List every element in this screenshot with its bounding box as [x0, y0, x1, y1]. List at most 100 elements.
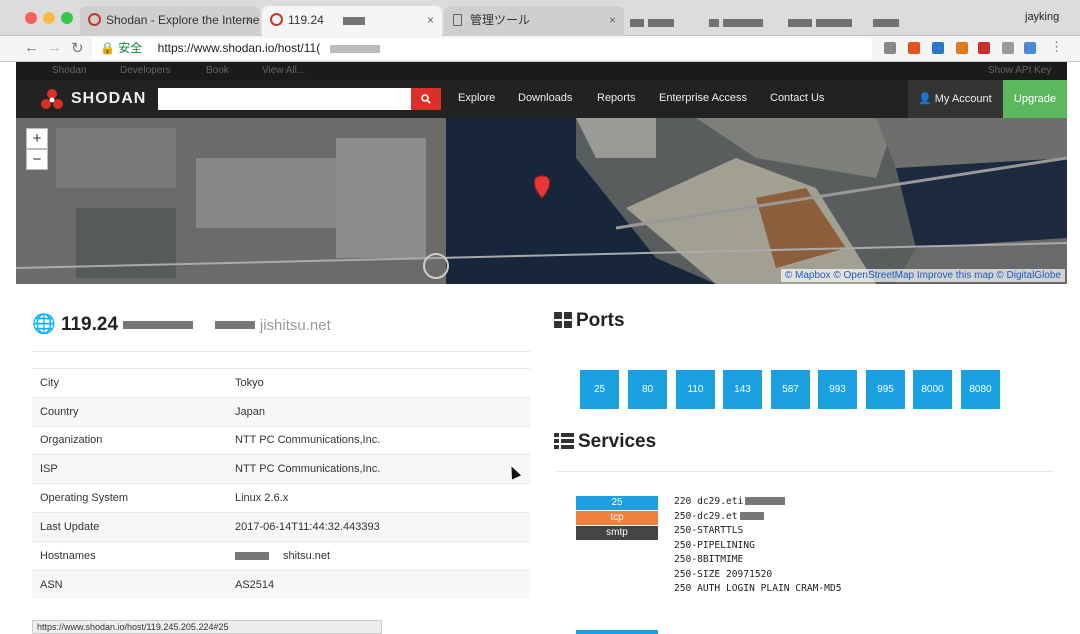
globe-icon: 🌐	[32, 314, 56, 335]
extension-icon[interactable]	[956, 42, 968, 54]
port-tile[interactable]: 143	[723, 370, 762, 409]
upgrade-button[interactable]: Upgrade	[1003, 80, 1067, 118]
service-name-badge: smtp	[576, 526, 658, 540]
my-account-button[interactable]: 👤 My Account	[908, 80, 1003, 118]
topbar-link-book[interactable]: Book	[206, 65, 229, 76]
url-text: https://www.shodan.io/host/11(	[157, 41, 321, 55]
port-tile[interactable]: 8080	[961, 370, 1000, 409]
th-large-icon	[554, 312, 572, 328]
my-account-label: My Account	[934, 93, 992, 105]
main-navbar: SHODAN Explore Downloads Reports Enterpr…	[16, 80, 1067, 118]
info-key: ISP	[32, 454, 227, 484]
info-key: Hostnames	[32, 540, 227, 571]
banner-line: 250-dc29.et	[674, 510, 842, 525]
secure-label: 安全	[118, 41, 143, 55]
top-link-strip: Shodan Developers Book View All... Show …	[16, 62, 1067, 80]
table-row: ISP NTT PC Communications,Inc.	[32, 454, 530, 484]
info-value: Tokyo	[227, 368, 530, 398]
browser-tabstrip: Shodan - Explore the Interne × 119.24 × …	[0, 0, 1080, 36]
topbar-link-shodan[interactable]: Shodan	[52, 65, 86, 76]
banner-line: 250-8BITMIME	[674, 554, 744, 565]
tab-title: 管理ツール	[470, 13, 531, 27]
host-hostname: jishitsu.net	[259, 317, 331, 334]
info-key: Country	[32, 396, 227, 427]
nav-contact-us[interactable]: Contact Us	[770, 92, 824, 104]
redacted-text	[329, 44, 380, 53]
back-arrow-icon[interactable]: ←	[24, 39, 39, 56]
status-bar-url: https://www.shodan.io/host/119.245.205.2…	[32, 620, 382, 634]
banner-line: 220 dc29.eti	[674, 495, 842, 510]
tab-shodan-explore[interactable]: Shodan - Explore the Interne ×	[80, 6, 260, 36]
redacted-text	[214, 320, 255, 329]
table-row: Operating System Linux 2.6.x	[32, 483, 530, 513]
shodan-favicon-icon	[88, 13, 101, 26]
zoom-out-button[interactable]: −	[26, 149, 48, 170]
search-icon	[421, 94, 431, 104]
nav-downloads[interactable]: Downloads	[518, 92, 572, 104]
map-attribution[interactable]: © Mapbox © OpenStreetMap Improve this ma…	[780, 269, 1065, 282]
url-bar[interactable]: 🔒 安全 https://www.shodan.io/host/11(	[92, 38, 872, 59]
reload-icon[interactable]: ↻	[71, 39, 84, 57]
port-tile[interactable]: 110	[676, 370, 715, 409]
extension-icon[interactable]	[908, 42, 920, 54]
info-key: Organization	[32, 425, 227, 455]
search-button[interactable]	[411, 88, 441, 110]
profile-name[interactable]: jayking	[1025, 11, 1059, 23]
port-tile[interactable]: 995	[866, 370, 905, 409]
close-tab-icon[interactable]: ×	[609, 6, 616, 34]
tab-host[interactable]: 119.24 ×	[262, 6, 442, 36]
info-value: Linux 2.6.x	[227, 483, 530, 513]
port-tile[interactable]: 993	[818, 370, 857, 409]
banner-line: 250-PIPELINING	[674, 539, 755, 551]
port-tile[interactable]: 80	[628, 370, 667, 409]
topbar-link-developers[interactable]: Developers	[120, 65, 171, 76]
zoom-in-button[interactable]: +	[26, 128, 48, 149]
shodan-logo-text[interactable]: SHODAN	[71, 90, 146, 108]
redacted-text	[123, 320, 194, 329]
user-icon: 👤	[918, 93, 932, 105]
host-heading: 🌐 119.24 jishitsu.net	[32, 312, 331, 336]
ports-title: Ports	[576, 310, 625, 331]
port-tile[interactable]: 587	[771, 370, 810, 409]
search-input[interactable]	[158, 88, 411, 110]
nav-explore[interactable]: Explore	[458, 92, 495, 104]
table-row: City Tokyo	[32, 368, 530, 398]
extension-icon[interactable]	[884, 42, 896, 54]
redacted-text	[343, 16, 366, 25]
close-tab-icon[interactable]: ×	[427, 6, 434, 34]
services-heading: Services	[554, 431, 656, 453]
service-banner: 220 dc29.eti 250-dc29.et 250-STARTTLS 250-P…	[674, 495, 842, 597]
maximize-window-button[interactable]	[61, 12, 73, 24]
table-row: ASN AS2514	[32, 569, 530, 599]
nav-reports[interactable]: Reports	[597, 92, 636, 104]
banner-line: 250 AUTH LOGIN PLAIN CRAM-MD5	[674, 583, 842, 594]
minimize-window-button[interactable]	[43, 12, 55, 24]
info-key: Last Update	[32, 511, 227, 542]
redacted-tabs	[630, 14, 899, 32]
port-tile[interactable]: 8000	[913, 370, 952, 409]
show-api-key-link[interactable]: Show API Key	[988, 65, 1051, 76]
forward-arrow-icon[interactable]: →	[47, 39, 62, 56]
port-tile[interactable]: 25	[580, 370, 619, 409]
nav-enterprise-access[interactable]: Enterprise Access	[659, 92, 747, 104]
close-window-button[interactable]	[25, 12, 37, 24]
info-value: NTT PC Communications,Inc.	[227, 425, 530, 455]
topbar-link-view-all[interactable]: View All...	[262, 65, 305, 76]
redacted-text	[745, 497, 786, 505]
divider	[556, 471, 1053, 472]
extension-icon[interactable]	[932, 42, 944, 54]
location-map[interactable]: + − © Mapbox © OpenStreetMap Improve thi…	[16, 118, 1067, 284]
extension-icon[interactable]	[1002, 42, 1014, 54]
hostname-link[interactable]: shitsu.net	[283, 550, 330, 562]
shodan-logo-icon	[41, 89, 63, 109]
chrome-menu-icon[interactable]: ⋮	[1050, 39, 1063, 55]
extension-icon[interactable]	[1024, 42, 1036, 54]
shodan-favicon-icon	[270, 13, 283, 26]
info-key: Operating System	[32, 483, 227, 513]
lock-icon: 🔒	[100, 41, 115, 55]
close-tab-icon[interactable]: ×	[245, 6, 252, 34]
info-key: City	[32, 368, 227, 398]
tab-admin-tool[interactable]: 管理ツール ×	[444, 6, 624, 36]
extension-icon[interactable]	[978, 42, 990, 54]
service-proto-badge: tcp	[576, 511, 658, 525]
